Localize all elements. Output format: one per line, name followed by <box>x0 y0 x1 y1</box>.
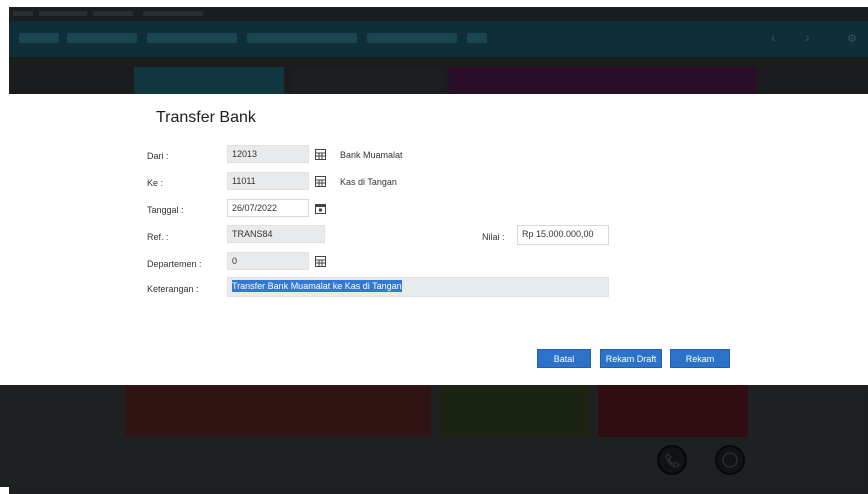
dashboard-band <box>9 57 868 95</box>
departemen-label: Departemen : <box>147 259 202 269</box>
nilai-input[interactable]: Rp 15.000.000,00 <box>517 225 609 245</box>
tanggal-input[interactable]: 26/07/2022 <box>227 199 309 217</box>
keterangan-input[interactable]: Transfer Bank Muamalat ke Kas di Tangan <box>227 277 609 297</box>
topbar-menu-item <box>247 33 357 43</box>
keterangan-label: Keterangan : <box>147 284 199 294</box>
grid-lookup-icon[interactable] <box>309 145 331 163</box>
dashboard-tile <box>449 67 757 95</box>
grid-lookup-icon[interactable] <box>309 172 331 190</box>
chevron-left-icon: ‹ <box>771 29 776 45</box>
app-menubar <box>9 7 868 21</box>
chevron-right-icon: › <box>805 29 810 45</box>
whatsapp-icon <box>715 445 745 475</box>
dashboard-tile <box>292 67 442 95</box>
dashboard-lower <box>0 385 859 487</box>
gear-icon: ⚙ <box>847 33 857 45</box>
dashboard-tile <box>125 385 431 437</box>
ref-label: Ref. : <box>147 232 169 242</box>
dashboard-tile <box>598 385 748 437</box>
ke-account-input[interactable]: 11011 <box>227 172 309 190</box>
dari-label: Dari : <box>147 151 169 161</box>
rekam-draft-button[interactable]: Rekam Draft <box>600 349 662 368</box>
topbar-menu-item <box>19 33 59 43</box>
grid-lookup-icon[interactable] <box>309 252 331 270</box>
topbar-menu-item <box>67 33 137 43</box>
dari-account-name: Bank Muamalat <box>340 150 403 160</box>
keterangan-selected-text: Transfer Bank Muamalat ke Kas di Tangan <box>232 280 402 292</box>
ke-account-name: Kas di Tangan <box>340 177 397 187</box>
dashboard-tile <box>440 385 590 437</box>
rekam-button[interactable]: Rekam <box>670 349 730 368</box>
departemen-input[interactable]: 0 <box>227 252 309 270</box>
topbar-menu-item <box>467 33 487 43</box>
ke-label: Ke : <box>147 178 164 188</box>
dialog-title: Transfer Bank <box>156 109 256 126</box>
ref-input[interactable]: TRANS84 <box>227 225 325 243</box>
app-topbar: ‹ › ⚙ <box>9 21 868 57</box>
topbar-menu-item <box>147 33 237 43</box>
transfer-bank-dialog: Transfer Bank Dari : 12013 Bank Muamalat… <box>9 94 868 385</box>
calendar-icon[interactable] <box>309 199 331 217</box>
phone-icon <box>657 445 687 475</box>
topbar-menu-item <box>367 33 457 43</box>
nilai-label: Nilai : <box>482 232 505 242</box>
tanggal-label: Tanggal : <box>147 205 184 215</box>
dari-account-input[interactable]: 12013 <box>227 145 309 163</box>
dashboard-tile <box>134 67 284 95</box>
batal-button[interactable]: Batal <box>537 349 591 368</box>
